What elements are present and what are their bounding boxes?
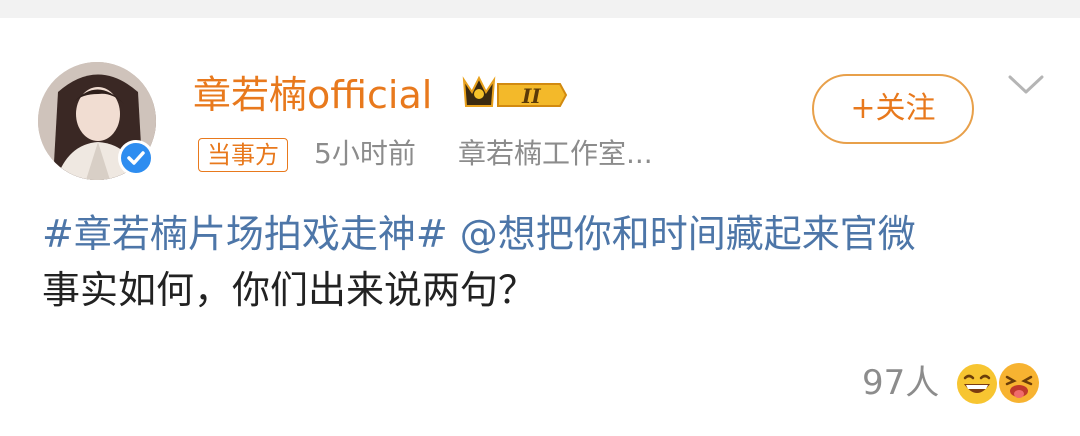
mention-link[interactable]: @想把你和时间藏起来官微 (460, 212, 916, 256)
laugh-tongue-emoji-icon (996, 360, 1042, 410)
chevron-down-icon[interactable] (1006, 72, 1046, 102)
follow-button[interactable]: +关注 (812, 74, 974, 144)
author-name[interactable]: 章若楠official (193, 70, 432, 120)
vip-crown-icon[interactable]: II (458, 72, 568, 118)
post-time: 5小时前 (314, 137, 416, 170)
post-text-body: 事实如何，你们出来说两句？ (42, 268, 537, 312)
status-badge: 当事方 (198, 138, 288, 172)
topic-link[interactable]: #章若楠片场拍戏走神# (42, 212, 448, 256)
svg-text:II: II (521, 84, 541, 108)
post-source[interactable]: 章若楠工作室... (458, 134, 653, 174)
verified-icon (118, 140, 154, 176)
reaction-count[interactable]: 97人 (862, 360, 939, 406)
top-divider-band (0, 0, 1080, 18)
laugh-emoji-icon (955, 362, 999, 410)
post-body: #章若楠片场拍戏走神# @想把你和时间藏起来官微 事实如何，你们出来说两句？ (42, 206, 1042, 318)
